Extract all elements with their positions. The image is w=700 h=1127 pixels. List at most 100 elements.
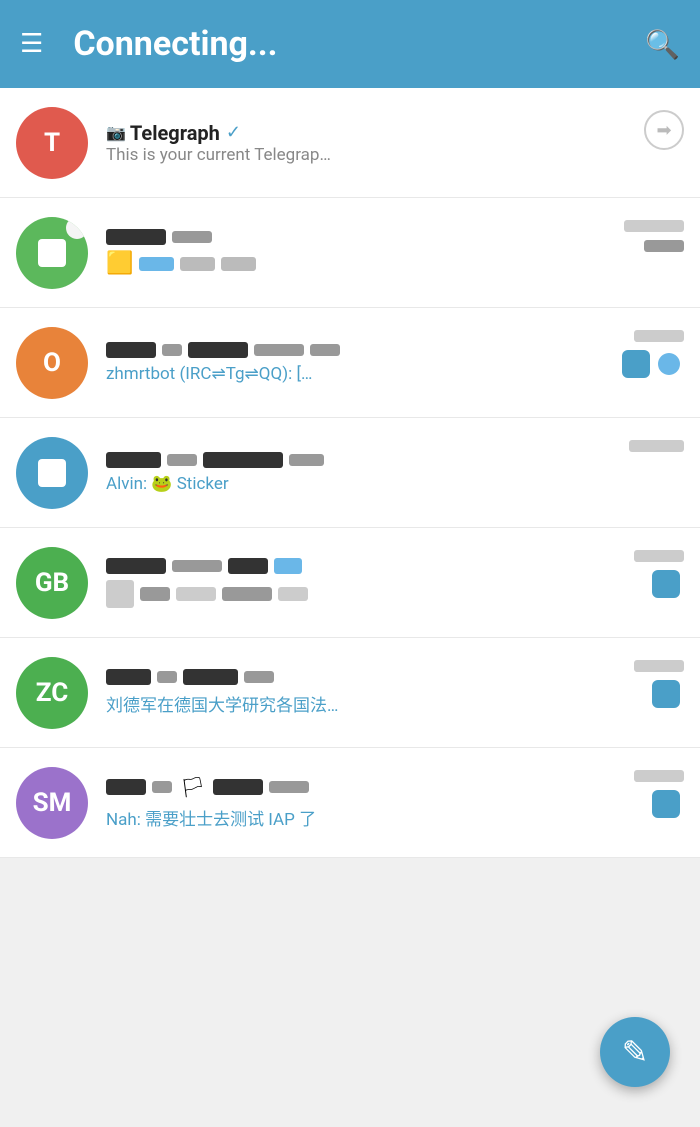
blurred-count bbox=[644, 240, 684, 252]
bp4 bbox=[222, 587, 272, 601]
bp1 bbox=[106, 580, 134, 608]
b4 bbox=[289, 454, 324, 466]
compose-icon: ✎ bbox=[622, 1033, 649, 1071]
b4 bbox=[269, 781, 309, 793]
list-item[interactable]: 🟨 bbox=[0, 198, 700, 308]
preview-row: 🟨 bbox=[106, 251, 584, 276]
hamburger-icon[interactable]: ☰ bbox=[20, 31, 43, 57]
b1 bbox=[106, 779, 146, 795]
list-item[interactable]: ZC 刘德军在德国大学研究各国法… bbox=[0, 638, 700, 748]
b2 bbox=[152, 781, 172, 793]
list-item[interactable]: O zhmrtbot (IRC⇌Tg⇌QQ): [… bbox=[0, 308, 700, 418]
blurred-name bbox=[106, 229, 166, 245]
topbar: ☰ Connecting... 🔍 bbox=[0, 0, 700, 88]
name-row bbox=[106, 669, 584, 685]
flag-emoji: 🏳 bbox=[180, 775, 205, 799]
b2 bbox=[167, 454, 197, 466]
chat-content: 🏳 Nah: 需要壮士去测试 IAP 了 bbox=[106, 775, 594, 830]
avatar-text: GB bbox=[35, 568, 69, 598]
avatar: ZC bbox=[16, 657, 88, 729]
b3 bbox=[228, 558, 268, 574]
b1 bbox=[106, 669, 151, 685]
b2 bbox=[157, 671, 177, 683]
b5 bbox=[310, 344, 340, 356]
chat-meta bbox=[594, 436, 684, 460]
verified-badge: ✓ bbox=[226, 122, 241, 143]
avatar: GB bbox=[16, 547, 88, 619]
b-time bbox=[634, 550, 684, 562]
chat-meta bbox=[594, 766, 684, 818]
chat-content: zhmrtbot (IRC⇌Tg⇌QQ): [… bbox=[106, 342, 594, 384]
bp3 bbox=[176, 587, 216, 601]
name-row bbox=[106, 229, 584, 245]
blurred-name2 bbox=[172, 231, 212, 243]
b3 bbox=[183, 669, 238, 685]
b3 bbox=[203, 452, 283, 468]
chat-preview: Nah: 需要壮士去测试 IAP 了 bbox=[106, 805, 506, 830]
chat-preview: 刘德军在德国大学研究各国法… bbox=[106, 691, 506, 716]
b1 bbox=[106, 558, 166, 574]
b4 bbox=[274, 558, 302, 574]
topbar-left: ☰ Connecting... bbox=[20, 24, 278, 64]
blurred-p2 bbox=[180, 257, 215, 271]
chat-meta: ➡ bbox=[594, 106, 684, 150]
avatar-text: ZC bbox=[36, 678, 68, 708]
bp5 bbox=[278, 587, 308, 601]
name-row bbox=[106, 342, 584, 358]
avatar: T bbox=[16, 107, 88, 179]
share-icon[interactable]: ➡ bbox=[644, 110, 684, 150]
chat-meta bbox=[594, 656, 684, 708]
name-row: 🏳 bbox=[106, 775, 584, 799]
b1 bbox=[106, 452, 161, 468]
chat-preview: Alvin: 🐸 Sticker bbox=[106, 474, 506, 494]
b3 bbox=[213, 779, 263, 795]
avatar-text: T bbox=[44, 128, 60, 158]
avatar-text: O bbox=[43, 348, 61, 378]
b3 bbox=[188, 342, 248, 358]
chat-content: Alvin: 🐸 Sticker bbox=[106, 452, 594, 494]
bot-icon bbox=[622, 350, 650, 378]
bot-icon2 bbox=[658, 353, 680, 375]
chat-content bbox=[106, 558, 594, 608]
preview-row bbox=[106, 580, 584, 608]
chat-name: Telegraph bbox=[130, 121, 220, 145]
chat-meta bbox=[594, 546, 684, 598]
bot-icon bbox=[652, 790, 680, 818]
b-time bbox=[634, 770, 684, 782]
avatar bbox=[16, 437, 88, 509]
search-icon[interactable]: 🔍 bbox=[645, 28, 680, 61]
list-item[interactable]: GB bbox=[0, 528, 700, 638]
b-time bbox=[634, 330, 684, 342]
chat-meta bbox=[594, 326, 684, 378]
b4 bbox=[254, 344, 304, 356]
list-item[interactable]: Alvin: 🐸 Sticker bbox=[0, 418, 700, 528]
chat-content: 🟨 bbox=[106, 229, 594, 276]
chat-meta bbox=[594, 216, 684, 252]
name-row bbox=[106, 558, 584, 574]
avatar-text: SM bbox=[33, 788, 72, 818]
bp2 bbox=[140, 587, 170, 601]
chat-list: T 📷 Telegraph ✓ This is your current Tel… bbox=[0, 88, 700, 858]
list-item[interactable]: T 📷 Telegraph ✓ This is your current Tel… bbox=[0, 88, 700, 198]
camera-icon: 📷 bbox=[106, 123, 126, 142]
chat-content: 刘德军在德国大学研究各国法… bbox=[106, 669, 594, 716]
b2 bbox=[172, 560, 222, 572]
bot-icon bbox=[652, 570, 680, 598]
chat-preview: zhmrtbot (IRC⇌Tg⇌QQ): [… bbox=[106, 364, 506, 384]
chat-content: 📷 Telegraph ✓ This is your current Teleg… bbox=[106, 121, 594, 165]
b2 bbox=[162, 344, 182, 356]
chat-preview: This is your current Telegrap… bbox=[106, 145, 506, 165]
b-time bbox=[629, 440, 684, 452]
b1 bbox=[106, 342, 156, 358]
compose-fab[interactable]: ✎ bbox=[600, 1017, 670, 1087]
avatar bbox=[16, 217, 88, 289]
bot-icon bbox=[652, 680, 680, 708]
avatar: O bbox=[16, 327, 88, 399]
emoji-icon: 🟨 bbox=[106, 251, 133, 276]
topbar-title: Connecting... bbox=[73, 24, 277, 64]
name-row: 📷 Telegraph ✓ bbox=[106, 121, 584, 145]
blurred-time bbox=[624, 220, 684, 232]
b-time bbox=[634, 660, 684, 672]
list-item[interactable]: SM 🏳 Nah: 需要壮士去测试 IAP 了 bbox=[0, 748, 700, 858]
blurred-p1 bbox=[139, 257, 174, 271]
